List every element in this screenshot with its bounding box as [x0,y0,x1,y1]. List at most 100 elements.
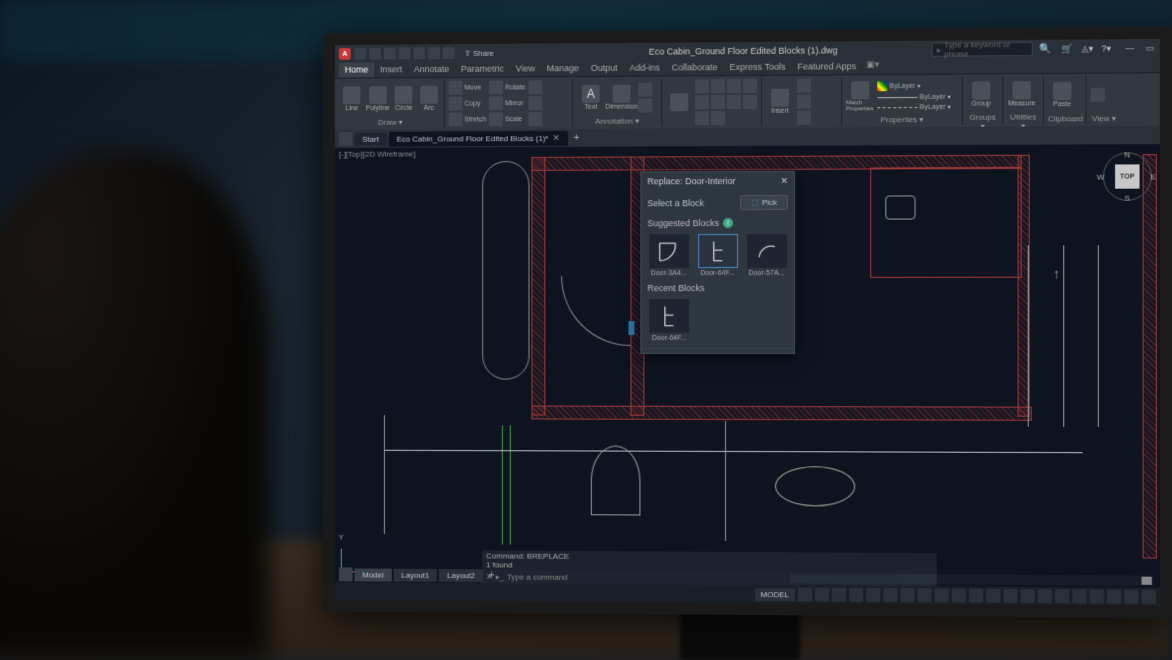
prop-lineweight[interactable]: ByLayer [920,94,946,101]
tool-layer-props[interactable] [666,85,692,119]
status-3dosnap-icon[interactable] [900,588,914,602]
tool-arc[interactable]: Arc [418,82,440,116]
doc-tab-close-icon[interactable]: ✕ [552,132,559,143]
status-lock-icon[interactable] [1072,589,1086,603]
tool-dimension[interactable]: Dimension [608,81,636,115]
status-isolate-icon[interactable] [1090,589,1104,603]
tool-match-props[interactable]: Match Properties [846,79,874,113]
tool-text[interactable]: AText [577,81,605,115]
status-clean-icon[interactable] [1124,590,1138,604]
status-workspace-icon[interactable] [1003,589,1017,603]
doc-tab-active[interactable]: Eco Cabin_Ground Floor Edited Blocks (1)… [389,130,568,146]
cart-icon[interactable]: 🛒 [1062,43,1073,54]
layer-icon9[interactable] [695,111,709,125]
status-snap-icon[interactable] [815,587,829,601]
viewport-label[interactable]: [-][Top][2D Wireframe] [339,149,416,158]
block-item-1[interactable]: Door-3A4... [645,234,692,277]
tab-insert[interactable]: Insert [374,62,408,77]
status-lineweight-icon[interactable] [935,588,949,602]
prop-color[interactable]: ByLayer [889,82,915,89]
layer-icon6[interactable] [711,95,725,109]
qat-new-icon[interactable] [355,48,367,60]
tab-output[interactable]: Output [585,61,624,76]
help-icon[interactable]: ?▾ [1101,43,1111,54]
layer-icon[interactable] [695,79,709,93]
viewcube-w[interactable]: W [1097,172,1105,181]
panel-label-annotation[interactable]: Annotation ▾ [577,115,657,125]
status-quickprops-icon[interactable] [1055,589,1069,603]
layer-icon5[interactable] [695,95,709,109]
status-isodraft-icon[interactable] [866,588,880,602]
block-icon1[interactable] [797,79,811,93]
doc-tab-start[interactable]: Start [355,132,387,145]
tool-fillet-icon[interactable] [528,96,542,110]
block-item-2[interactable]: Door-64F... [694,234,741,277]
tool-trim-icon[interactable] [528,80,542,94]
tool-polyline[interactable]: Polyline [366,82,390,116]
qat-save-icon[interactable] [384,48,396,60]
qat-plot-icon[interactable] [413,47,425,59]
tool-group[interactable]: Group [967,77,995,111]
tool-stretch-icon[interactable] [449,113,463,127]
panel-label-draw[interactable]: Draw ▾ [341,117,440,127]
status-osnap-icon[interactable] [883,588,897,602]
status-model[interactable]: MODEL [755,588,795,601]
tool-insert-block[interactable]: Insert [766,85,794,119]
layer-icon8[interactable] [743,95,757,109]
share-button[interactable]: ⇪ Share [464,48,494,57]
prop-linetype[interactable]: ByLayer [920,104,946,111]
dialog-close-icon[interactable]: ✕ [780,176,788,187]
search-input[interactable]: ▸ Type a keyword or phrase [932,42,1033,57]
status-transparency-icon[interactable] [952,588,966,602]
viewcube-top[interactable]: TOP [1115,164,1139,188]
account-icon[interactable]: ◬▾ [1082,43,1094,54]
pick-button[interactable]: ⬚ Pick [740,195,788,210]
status-ortho-icon[interactable] [832,588,846,602]
layout-tab-1[interactable]: Layout1 [394,568,438,581]
restore-icon[interactable]: ▭ [1146,43,1156,53]
viewcube[interactable]: TOP N S E W [1103,152,1152,201]
tool-copy-icon[interactable] [449,97,463,111]
layout-menu-icon[interactable] [339,567,353,581]
panel-label-view[interactable]: View ▾ [1091,113,1117,123]
tab-addins[interactable]: Add-ins [624,61,666,76]
view-icon[interactable] [1091,88,1105,102]
tool-paste[interactable]: Paste [1048,78,1076,112]
viewcube-n[interactable]: N [1124,150,1130,159]
tool-rotate-icon[interactable] [489,81,503,95]
qat-open-icon[interactable] [369,48,381,60]
tool-array-icon[interactable] [528,112,542,126]
status-otrack-icon[interactable] [918,588,932,602]
layer-icon3[interactable] [727,79,741,93]
qat-undo-icon[interactable] [428,47,440,59]
qat-redo-icon[interactable] [443,47,455,59]
add-layout-button[interactable]: + [485,568,499,582]
tool-circle[interactable]: Circle [393,82,415,116]
tool-line[interactable]: Line [341,82,363,116]
tab-annotate[interactable]: Annotate [408,62,455,77]
app-icon[interactable]: A [339,48,351,60]
color-swatch-icon[interactable] [877,81,887,91]
tab-collaborate[interactable]: Collaborate [666,60,724,75]
layout-tab-model[interactable]: Model [355,568,392,581]
panel-label-properties[interactable]: Properties ▾ [846,114,958,125]
status-polar-icon[interactable] [849,588,863,602]
tool-mirror-icon[interactable] [489,96,503,110]
qat-saveas-icon[interactable] [399,47,411,59]
viewcube-e[interactable]: E [1150,172,1155,181]
block-item-3[interactable]: Door-57A... [743,234,790,277]
status-cycling-icon[interactable] [969,589,983,603]
info-icon[interactable]: i [723,218,733,228]
tab-home[interactable]: Home [339,63,374,78]
drawing-canvas[interactable]: [-][Top][2D Wireframe] [335,144,1160,606]
status-custom-icon[interactable] [1142,590,1156,604]
layout-tab-2[interactable]: Layout2 [439,569,483,582]
ribbon-expand-icon[interactable]: ▣▾ [866,59,879,74]
block-item-recent[interactable]: Door-64F... [645,299,693,342]
viewcube-s[interactable]: S [1125,194,1130,203]
add-tab-button[interactable]: + [570,131,584,145]
layer-icon7[interactable] [727,95,741,109]
tab-view[interactable]: View [510,61,541,76]
tab-featured[interactable]: Featured Apps [791,59,862,75]
layer-icon10[interactable] [711,111,725,125]
